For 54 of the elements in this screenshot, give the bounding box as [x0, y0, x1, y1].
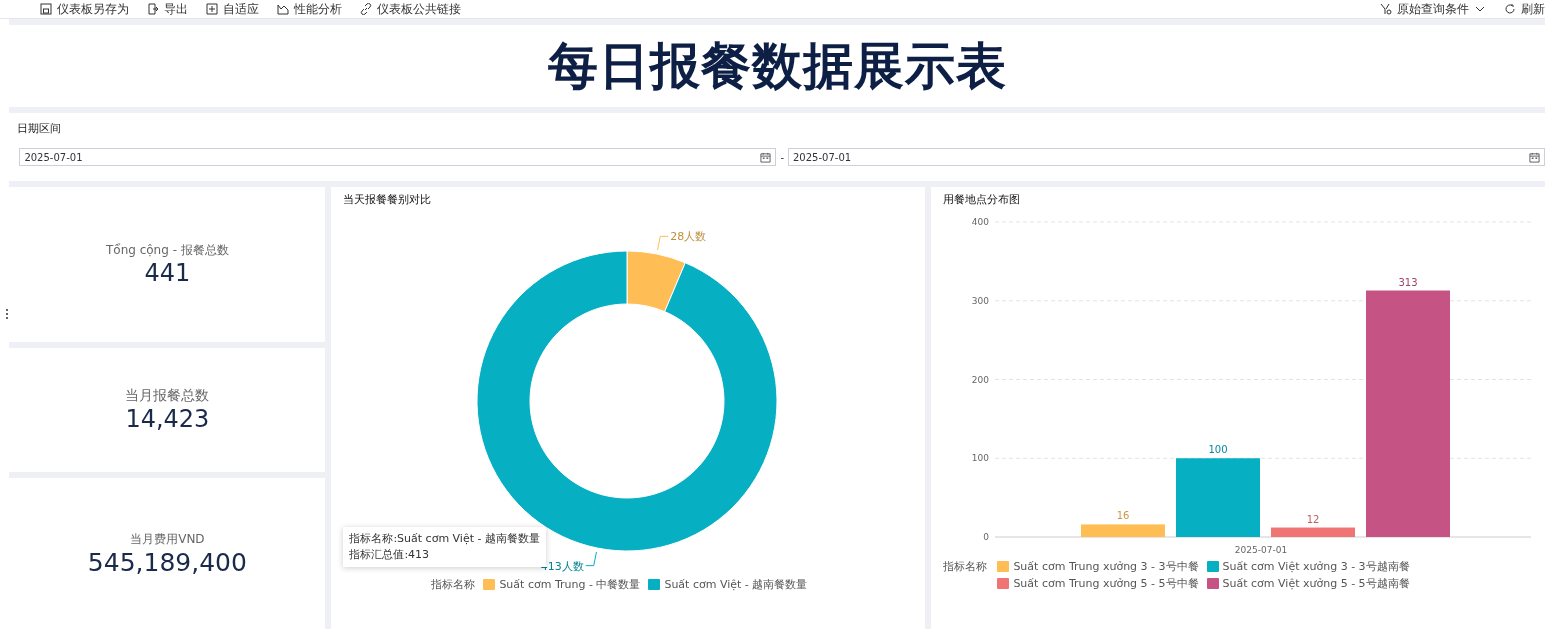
tooltip-text: 指标汇总值:413: [349, 547, 431, 563]
export-icon: [147, 3, 159, 15]
axis-tick-label: 300: [972, 295, 990, 306]
range-separator: -: [780, 151, 784, 163]
drag-handle[interactable]: [6, 309, 8, 321]
grid-icon: [206, 3, 218, 15]
chart-title: 用餐地点分布图: [942, 192, 1022, 207]
legend-title: 指标名称: [943, 559, 988, 575]
save-icon: [40, 3, 52, 15]
toolbar-button[interactable]: 性能分析: [277, 2, 342, 16]
axis-tick-label: 200: [972, 374, 990, 385]
toolbar-button[interactable]: 原始查询条件: [1380, 2, 1486, 16]
refresh-icon: [1504, 3, 1516, 15]
axis-category-label: 2025-07-01: [1235, 545, 1288, 555]
kpi-label: Tổng cộng - 报餐总数: [105, 242, 229, 259]
legend-item[interactable]: Suất cơm Việt - 越南餐数量: [648, 577, 808, 592]
calendar-icon: [760, 151, 772, 163]
data-label: 28人数: [670, 230, 707, 244]
axis-tick-label: 0: [983, 532, 990, 542]
data-label: 16: [1117, 510, 1130, 522]
kpi-value: 441: [144, 259, 191, 287]
data-label: 12: [1307, 513, 1320, 525]
toolbar-button[interactable]: 仪表板另存为: [40, 2, 129, 16]
date-field[interactable]: 2025-07-01: [788, 148, 1545, 166]
leader-line: [657, 235, 670, 251]
legend-item[interactable]: Suất cơm Trung - 中餐数量: [483, 577, 641, 592]
data-label: 313: [1398, 276, 1418, 288]
toolbar-button[interactable]: 仪表板公共链接: [360, 2, 461, 16]
axis-tick-label: 400: [972, 217, 990, 227]
kpi-label: 当月费用VND: [130, 530, 205, 548]
tooltip-text: 指标名称:Suất cơm Việt - 越南餐数量: [349, 531, 540, 547]
toolbar-button[interactable]: 导出: [147, 2, 188, 16]
legend-item[interactable]: Suất cơm Việt xưởng 5 - 5号越南餐: [1206, 576, 1410, 591]
legend-title: 指标名称: [431, 577, 476, 592]
legend-item[interactable]: Suất cơm Việt xưởng 3 - 3号越南餐: [1206, 559, 1410, 574]
data-label: 413人数: [541, 559, 585, 573]
kpi-label: 当月报餐总数: [125, 387, 210, 405]
calendar-icon: [1529, 151, 1540, 163]
data-label: 100: [1208, 444, 1228, 456]
kpi-value: 545,189,400: [87, 547, 247, 577]
chart-icon: [277, 3, 289, 15]
toolbar-button[interactable]: 刷新: [1504, 2, 1545, 16]
legend-item[interactable]: Suất cơm Trung xưởng 3 - 3号中餐: [997, 559, 1199, 574]
filter-label: 日期区间: [17, 121, 63, 136]
axis-tick-label: 100: [972, 453, 990, 464]
legend-item[interactable]: Suất cơm Trung xưởng 5 - 5号中餐: [997, 576, 1199, 591]
date-field[interactable]: 2025-07-01: [19, 148, 777, 166]
dashboard-title: 每日报餐数据展示表: [547, 35, 1007, 97]
kpi-value: 14,423: [125, 405, 210, 433]
chart-title: 当天报餐餐别对比: [342, 192, 433, 207]
leader-line: [585, 551, 598, 567]
link-icon: [360, 3, 372, 15]
filter-icon: [1380, 3, 1392, 15]
toolbar-button[interactable]: 自适应: [206, 2, 259, 16]
